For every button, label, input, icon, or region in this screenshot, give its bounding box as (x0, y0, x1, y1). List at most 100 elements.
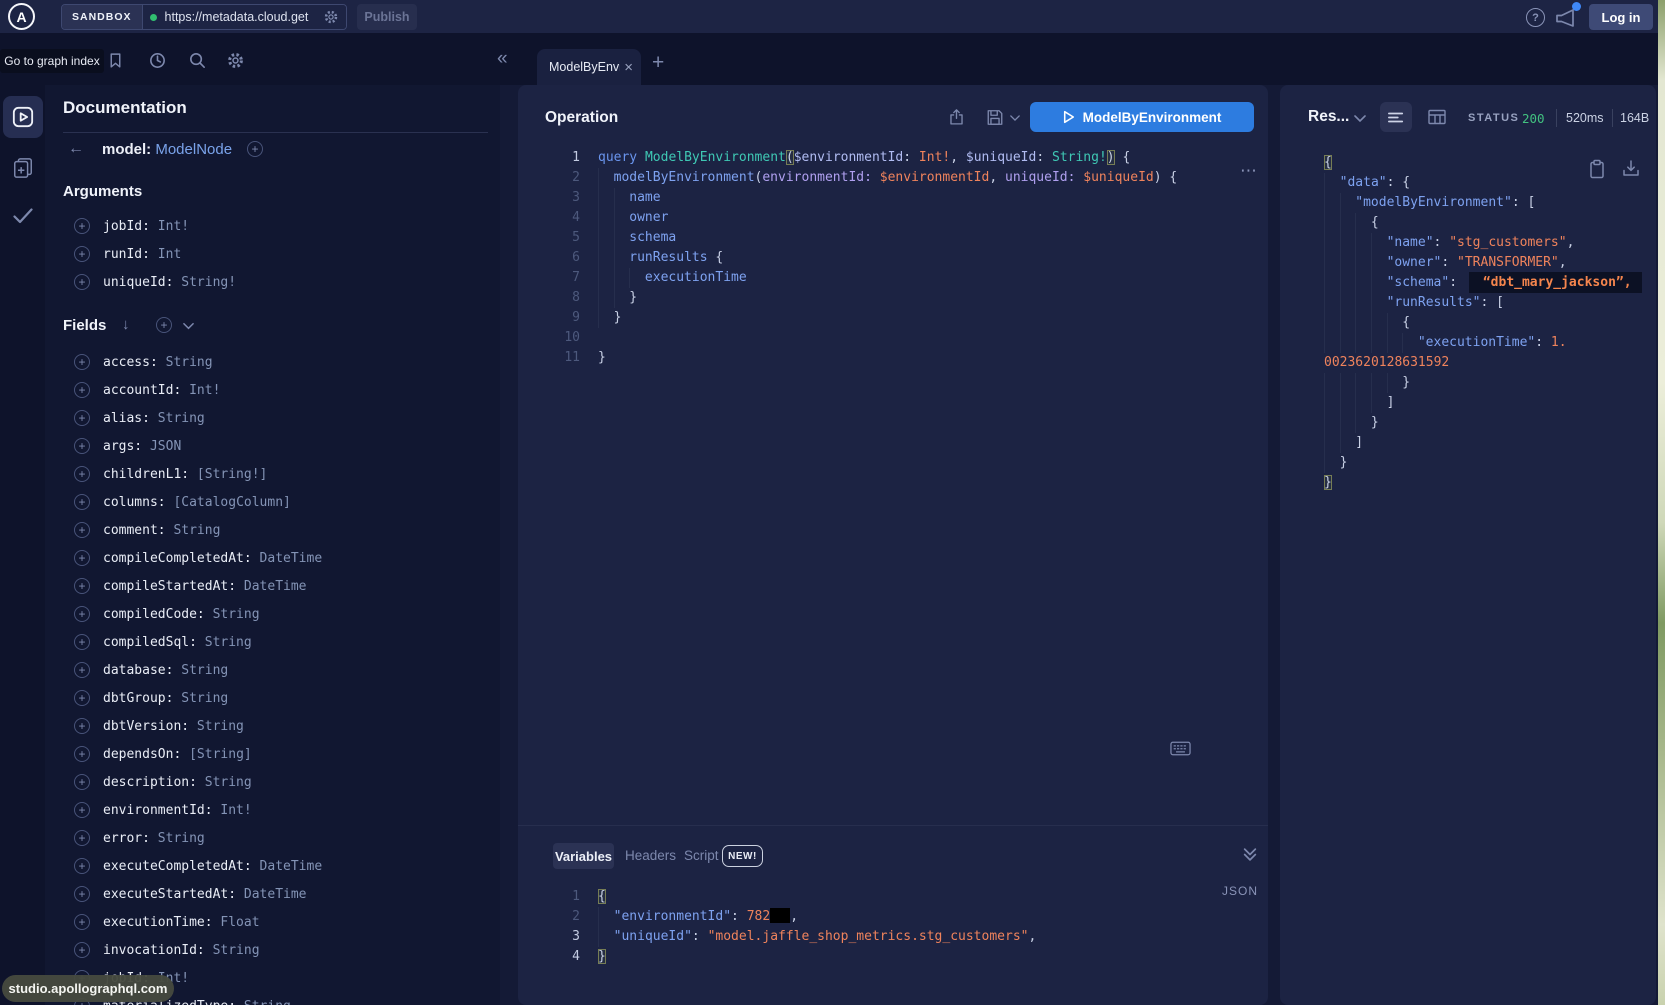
editor-line[interactable]: "owner": "TRANSFORMER", (1324, 253, 1654, 273)
variables-editor[interactable]: 1{2"environmentId": 782,3"uniqueId": "mo… (518, 887, 1266, 967)
search-icon[interactable] (188, 51, 207, 70)
editor-line[interactable]: 8} (518, 288, 1266, 308)
add-field-plus-icon[interactable]: + (74, 942, 90, 958)
field-row[interactable]: +dbtVersion: String (63, 712, 493, 740)
download-response-icon[interactable] (1622, 159, 1640, 177)
add-field-plus-icon[interactable]: + (74, 354, 90, 370)
editor-line[interactable]: "executionTime": 1. (1324, 333, 1654, 353)
editor-line[interactable]: 1{ (518, 887, 1266, 907)
add-field-plus-icon[interactable]: + (74, 466, 90, 482)
apollo-logo-icon[interactable]: A (8, 3, 35, 30)
field-row[interactable]: +dependsOn: [String] (63, 740, 493, 768)
field-row[interactable]: +compileCompletedAt: DateTime (63, 544, 493, 572)
publish-button[interactable]: Publish (357, 4, 417, 30)
editor-line[interactable]: 9} (518, 308, 1266, 328)
add-field-plus-icon[interactable]: + (74, 690, 90, 706)
editor-line[interactable]: 10 (518, 328, 1266, 348)
share-operation-icon[interactable] (948, 108, 965, 127)
editor-line[interactable]: 6runResults { (518, 248, 1266, 268)
editor-line[interactable]: "modelByEnvironment": [ (1324, 193, 1654, 213)
field-row[interactable]: +accountId: Int! (63, 376, 493, 404)
history-clock-icon[interactable] (148, 51, 167, 70)
keyboard-shortcuts-icon[interactable] (1170, 741, 1191, 756)
new-tab-button[interactable]: + (652, 51, 664, 75)
add-field-plus-icon[interactable]: + (74, 494, 90, 510)
field-row[interactable]: +compiledCode: String (63, 600, 493, 628)
editor-line[interactable]: { (1324, 213, 1654, 233)
fields-chevron-down-icon[interactable] (183, 322, 194, 330)
add-field-plus-icon[interactable]: + (74, 410, 90, 426)
add-field-plus-icon[interactable]: + (74, 382, 90, 398)
editor-line[interactable]: 3"uniqueId": "model.jaffle_shop_metrics.… (518, 927, 1266, 947)
field-row[interactable]: +comment: String (63, 516, 493, 544)
editor-line[interactable]: 7executionTime (518, 268, 1266, 288)
collapse-docs-icon[interactable]: « (497, 48, 508, 70)
field-row[interactable]: +args: JSON (63, 432, 493, 460)
field-row[interactable]: +dbtGroup: String (63, 684, 493, 712)
editor-line[interactable]: 0023620128631592 (1324, 353, 1654, 373)
field-row[interactable]: +compileStartedAt: DateTime (63, 572, 493, 600)
response-json-view-button[interactable] (1380, 102, 1412, 132)
sidebar-item-collections[interactable] (12, 157, 34, 179)
help-icon[interactable]: ? (1526, 8, 1545, 27)
add-field-plus-icon[interactable]: + (74, 578, 90, 594)
add-field-plus-icon[interactable]: + (74, 774, 90, 790)
editor-line[interactable]: ] (1324, 393, 1654, 413)
endpoint-url-input[interactable]: https://metadata.cloud.get (143, 5, 346, 29)
editor-line[interactable]: "runResults": [ (1324, 293, 1654, 313)
editor-line[interactable]: 2"environmentId": 782, (518, 907, 1266, 927)
editor-line[interactable]: } (1324, 413, 1654, 433)
field-row[interactable]: +environmentId: Int! (63, 796, 493, 824)
save-operation-icon[interactable] (986, 108, 1004, 127)
add-field-plus-icon[interactable]: + (74, 438, 90, 454)
editor-line[interactable]: 4} (518, 947, 1266, 967)
add-field-plus-icon[interactable]: + (74, 522, 90, 538)
field-row[interactable]: +compiledSql: String (63, 628, 493, 656)
tab-variables[interactable]: Variables (553, 843, 614, 869)
editor-line[interactable]: } (1324, 373, 1654, 393)
field-row[interactable]: +access: String (63, 348, 493, 376)
field-row[interactable]: +invocationId: String (63, 936, 493, 964)
close-tab-icon[interactable]: × (624, 59, 633, 76)
response-table-view-icon[interactable] (1428, 109, 1446, 125)
add-field-plus-icon[interactable]: + (74, 274, 90, 290)
field-row[interactable]: +database: String (63, 656, 493, 684)
editor-line[interactable]: ] (1324, 433, 1654, 453)
add-field-plus-icon[interactable]: + (74, 718, 90, 734)
copy-response-icon[interactable] (1589, 159, 1605, 179)
argument-row[interactable]: +runId: Int (63, 240, 488, 268)
field-row[interactable]: +executeStartedAt: DateTime (63, 880, 493, 908)
editor-line[interactable]: 4owner (518, 208, 1266, 228)
operation-editor[interactable]: 1query ModelByEnvironment($environmentId… (518, 148, 1266, 368)
collapse-panel-double-chevron-icon[interactable] (1242, 847, 1258, 862)
add-field-plus-icon[interactable]: + (74, 662, 90, 678)
sidebar-item-explorer[interactable] (3, 96, 43, 138)
field-row[interactable]: +alias: String (63, 404, 493, 432)
editor-line[interactable]: 5schema (518, 228, 1266, 248)
docs-type-name[interactable]: ModelNode (155, 141, 232, 158)
add-field-plus-icon[interactable]: + (74, 830, 90, 846)
run-operation-button[interactable]: ModelByEnvironment (1030, 102, 1254, 132)
add-field-plus-icon[interactable]: + (74, 858, 90, 874)
add-all-fields-plus-icon[interactable]: + (156, 317, 172, 333)
login-button[interactable]: Log in (1589, 4, 1653, 30)
editor-line[interactable]: "name": "stg_customers", (1324, 233, 1654, 253)
editor-line[interactable]: "schema": “dbt_mary_jackson”, (1324, 273, 1654, 293)
add-field-plus-icon[interactable]: + (74, 886, 90, 902)
field-row[interactable]: +childrenL1: [String!] (63, 460, 493, 488)
add-field-plus-icon[interactable]: + (74, 218, 90, 234)
field-row[interactable]: +error: String (63, 824, 493, 852)
tab-modelbyenvironment[interactable]: ModelByEnvi... × (537, 49, 641, 85)
response-json-viewer[interactable]: {"data": {"modelByEnvironment": [{"name"… (1324, 153, 1654, 493)
sort-fields-icon[interactable]: ↓ (122, 316, 130, 333)
bookmark-icon[interactable] (107, 51, 124, 70)
add-type-plus-icon[interactable]: + (247, 141, 263, 157)
operation-more-menu-icon[interactable]: ⋯ (1240, 161, 1259, 181)
field-row[interactable]: +columns: [CatalogColumn] (63, 488, 493, 516)
field-row[interactable]: +description: String (63, 768, 493, 796)
editor-line[interactable]: 3name (518, 188, 1266, 208)
endpoint-settings-gear-icon[interactable] (323, 9, 339, 25)
editor-line[interactable]: 11} (518, 348, 1266, 368)
docs-back-icon[interactable]: ← (68, 140, 84, 158)
editor-line[interactable]: 1query ModelByEnvironment($environmentId… (518, 148, 1266, 168)
